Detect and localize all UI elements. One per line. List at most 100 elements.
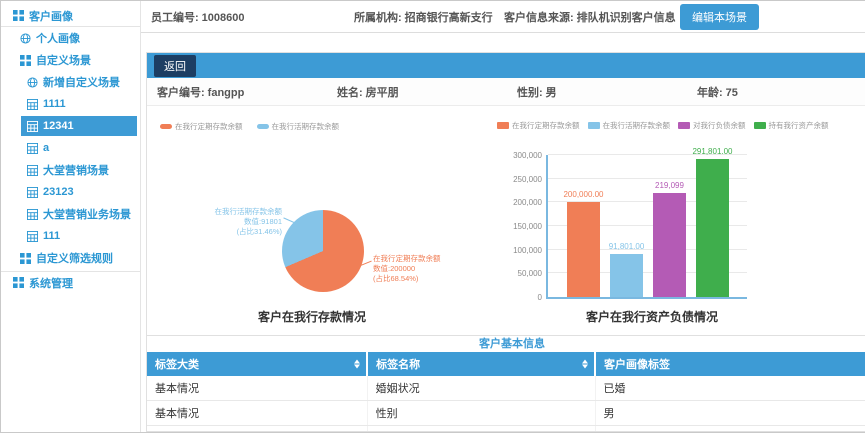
- sidebar-item-个人画像[interactable]: 个人画像: [1, 27, 140, 49]
- grid-icon: [13, 10, 24, 21]
- grid-icon: [13, 277, 24, 288]
- legend-marker: [754, 122, 766, 129]
- legend-marker: [678, 122, 690, 129]
- back-button[interactable]: 返回: [154, 55, 196, 77]
- sort-down-arrow: [354, 365, 360, 369]
- grid-icon: [20, 55, 31, 66]
- legend-item[interactable]: 在我行活期存款余额: [588, 120, 671, 131]
- legend-marker: [497, 122, 509, 129]
- organization-value: 招商银行高新支行: [405, 12, 493, 24]
- sort-icon[interactable]: [582, 360, 588, 369]
- legend-item[interactable]: 在我行定期存款余额: [497, 120, 580, 131]
- sidebar-item-自定义筛选规则[interactable]: 自定义筛选规则: [1, 247, 140, 269]
- sidebar-item-a[interactable]: a: [1, 137, 140, 159]
- main-area: 员工编号:1008600 所属机构:招商银行高新支行 客户信息来源:排队机识别客…: [141, 1, 865, 432]
- sidebar-item-label: 自定义场景: [36, 52, 91, 68]
- legend-item[interactable]: 在我行活期存款余额: [257, 121, 340, 132]
- app-window: 客户画像个人画像自定义场景新增自定义场景 111112341a 大堂营销场景 2312…: [0, 0, 865, 433]
- table-cell: 基本属性: [147, 426, 367, 433]
- table-cell: 男: [595, 401, 865, 426]
- y-axis-tick: 250,000: [513, 175, 542, 184]
- info-source-value: 排队机识别客户信息: [577, 12, 676, 24]
- pie-legend: 在我行定期存款余额 在我行活期存款余额: [160, 121, 339, 132]
- globe-icon: [20, 33, 31, 44]
- table-cell: 基本情况: [147, 376, 367, 401]
- edit-scene-button[interactable]: 编辑本场景: [680, 4, 759, 30]
- column-header-标签名称[interactable]: 标签名称: [367, 352, 595, 376]
- sidebar: 客户画像个人画像自定义场景新增自定义场景 111112341a 大堂营销场景 2312…: [1, 1, 141, 432]
- sidebar-item-label: 23123: [43, 186, 74, 198]
- organization-field: 所属机构:招商银行高新支行: [354, 9, 504, 25]
- info-source-label: 客户信息来源:: [504, 12, 574, 24]
- table-header-row: 标签大类 标签名称 客户画像标签: [147, 352, 865, 376]
- sidebar-item-label: 111: [43, 230, 60, 242]
- sidebar-item-1111[interactable]: 1111: [1, 93, 140, 115]
- y-axis-tick: 150,000: [513, 222, 542, 231]
- customer-gender-field: 性别:男: [517, 84, 697, 100]
- customer-tags-table: 标签大类 标签名称 客户画像标签 基本情况婚姻状况已婚基本情况性别男基本属性姓名房平…: [147, 352, 865, 432]
- sidebar-item-12341[interactable]: 12341: [21, 116, 137, 136]
- bar-chart-title: 客户在我行资产负债情况: [507, 308, 797, 325]
- customer-info-row: 客户编号:fangpp 姓名:房平朋 性别:男 年龄:75: [147, 78, 865, 106]
- bar-持有我行资产余额[interactable]: [696, 159, 729, 297]
- grid-icon: [20, 253, 31, 264]
- customer-gender-label: 性别:: [517, 87, 543, 99]
- customer-no-label: 客户编号:: [157, 87, 205, 99]
- charts-section: 在我行定期存款余额在我行活期存款余额 在我行活期存款余额 数值:91801 (占…: [147, 106, 865, 335]
- sidebar-item-label: 系统管理: [29, 275, 73, 291]
- y-axis-tick: 200,000: [513, 198, 542, 207]
- y-axis-tick: 0: [538, 293, 542, 302]
- bar-value-label: 200,000.00: [549, 190, 619, 199]
- legend-item[interactable]: 持有我行资产余额: [754, 120, 829, 131]
- legend-item[interactable]: 在我行定期存款余额: [160, 121, 243, 132]
- y-axis-tick: 300,000: [513, 151, 542, 160]
- customer-age-field: 年龄:75: [697, 84, 865, 100]
- sidebar-item-大堂营销业务场景[interactable]: 大堂营销业务场景: [1, 203, 140, 225]
- bar-在我行活期存款余额[interactable]: [610, 254, 643, 297]
- table-cell: 性别: [367, 401, 595, 426]
- y-axis-tick: 50,000: [518, 269, 542, 278]
- pie-callout-time-deposit: 在我行定期存款余额 数值:200000 (占比68.54%): [373, 254, 441, 284]
- table-cell: 婚姻状况: [367, 376, 595, 401]
- toolbar: 返回: [147, 53, 865, 78]
- table-row[interactable]: 基本属性姓名房平朋: [147, 426, 865, 433]
- sidebar-item-111[interactable]: 111: [1, 225, 140, 247]
- sort-up-arrow: [354, 360, 360, 364]
- bar-legend: 在我行定期存款余额在我行活期存款余额对我行负债余额持有我行资产余额: [497, 120, 829, 131]
- legend-label: 在我行活期存款余额: [272, 121, 340, 132]
- column-header-标签大类[interactable]: 标签大类: [147, 352, 367, 376]
- sidebar-item-客户画像[interactable]: 客户画像: [1, 5, 140, 27]
- table-head: 标签大类 标签名称 客户画像标签: [147, 352, 865, 376]
- sidebar-item-系统管理[interactable]: 系统管理: [1, 271, 140, 293]
- sort-icon[interactable]: [354, 360, 360, 369]
- customer-age-value: 75: [726, 87, 738, 99]
- topbar: 员工编号:1008600 所属机构:招商银行高新支行 客户信息来源:排队机识别客…: [141, 1, 865, 33]
- bar-对我行负债余额[interactable]: [653, 193, 686, 297]
- table-row[interactable]: 基本情况婚姻状况已婚: [147, 376, 865, 401]
- legend-label: 在我行定期存款余额: [175, 121, 243, 132]
- y-axis-tick: 100,000: [513, 246, 542, 255]
- legend-item[interactable]: 对我行负债余额: [678, 120, 746, 131]
- sidebar-item-label: 新增自定义场景: [43, 74, 120, 90]
- pie-chart-title: 客户在我行存款情况: [147, 308, 477, 325]
- sidebar-item-23123[interactable]: 23123: [1, 181, 140, 203]
- column-header-label: 客户画像标签: [604, 359, 670, 371]
- sort-down-arrow: [582, 365, 588, 369]
- sidebar-item-新增自定义场景[interactable]: 新增自定义场景: [1, 71, 140, 93]
- sidebar-item-label: 客户画像: [29, 8, 73, 24]
- sidebar-item-label: 自定义筛选规则: [36, 250, 113, 266]
- info-source-field: 客户信息来源:排队机识别客户信息: [504, 9, 680, 25]
- sidebar-item-大堂营销场景[interactable]: 大堂营销场景: [1, 159, 140, 181]
- table-cell: 基本情况: [147, 401, 367, 426]
- sidebar-item-label: 大堂营销场景: [43, 162, 109, 178]
- column-header-label: 标签大类: [155, 359, 199, 371]
- bar-value-label: 291,801.00: [678, 147, 748, 156]
- customer-no-field: 客户编号:fangpp: [157, 84, 337, 100]
- sidebar-item-自定义场景[interactable]: 自定义场景: [1, 49, 140, 71]
- bar-value-label: 219,099: [635, 181, 705, 190]
- column-header-客户画像标签[interactable]: 客户画像标签: [595, 352, 865, 376]
- column-header-label: 标签名称: [376, 359, 420, 371]
- legend-marker: [257, 124, 269, 129]
- table-row[interactable]: 基本情况性别男: [147, 401, 865, 426]
- sidebar-item-label: 大堂营销业务场景: [43, 206, 131, 222]
